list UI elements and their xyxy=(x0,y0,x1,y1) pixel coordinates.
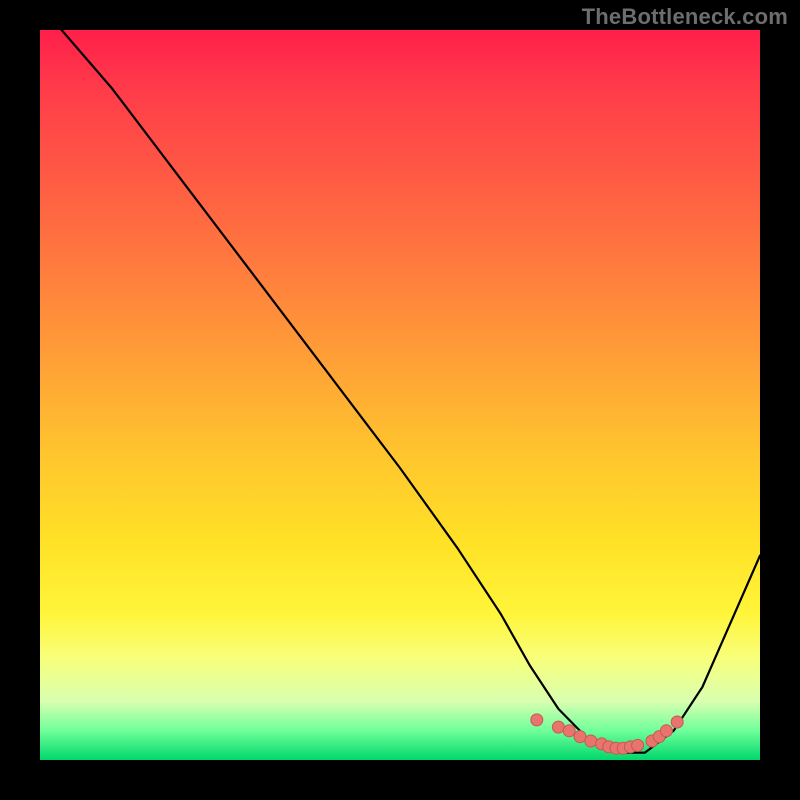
curve-marker xyxy=(585,735,597,747)
curve-marker xyxy=(552,721,564,733)
curve-marker xyxy=(531,714,543,726)
curve-marker xyxy=(574,731,586,743)
watermark-text: TheBottleneck.com xyxy=(582,4,788,30)
chart-svg xyxy=(40,30,760,760)
bottleneck-curve xyxy=(62,30,760,753)
plot-area xyxy=(40,30,760,760)
curve-marker xyxy=(660,725,672,737)
chart-frame: TheBottleneck.com xyxy=(0,0,800,800)
curve-marker xyxy=(671,716,683,728)
curve-marker xyxy=(563,725,575,737)
curve-markers xyxy=(531,714,683,754)
curve-marker xyxy=(632,739,644,751)
